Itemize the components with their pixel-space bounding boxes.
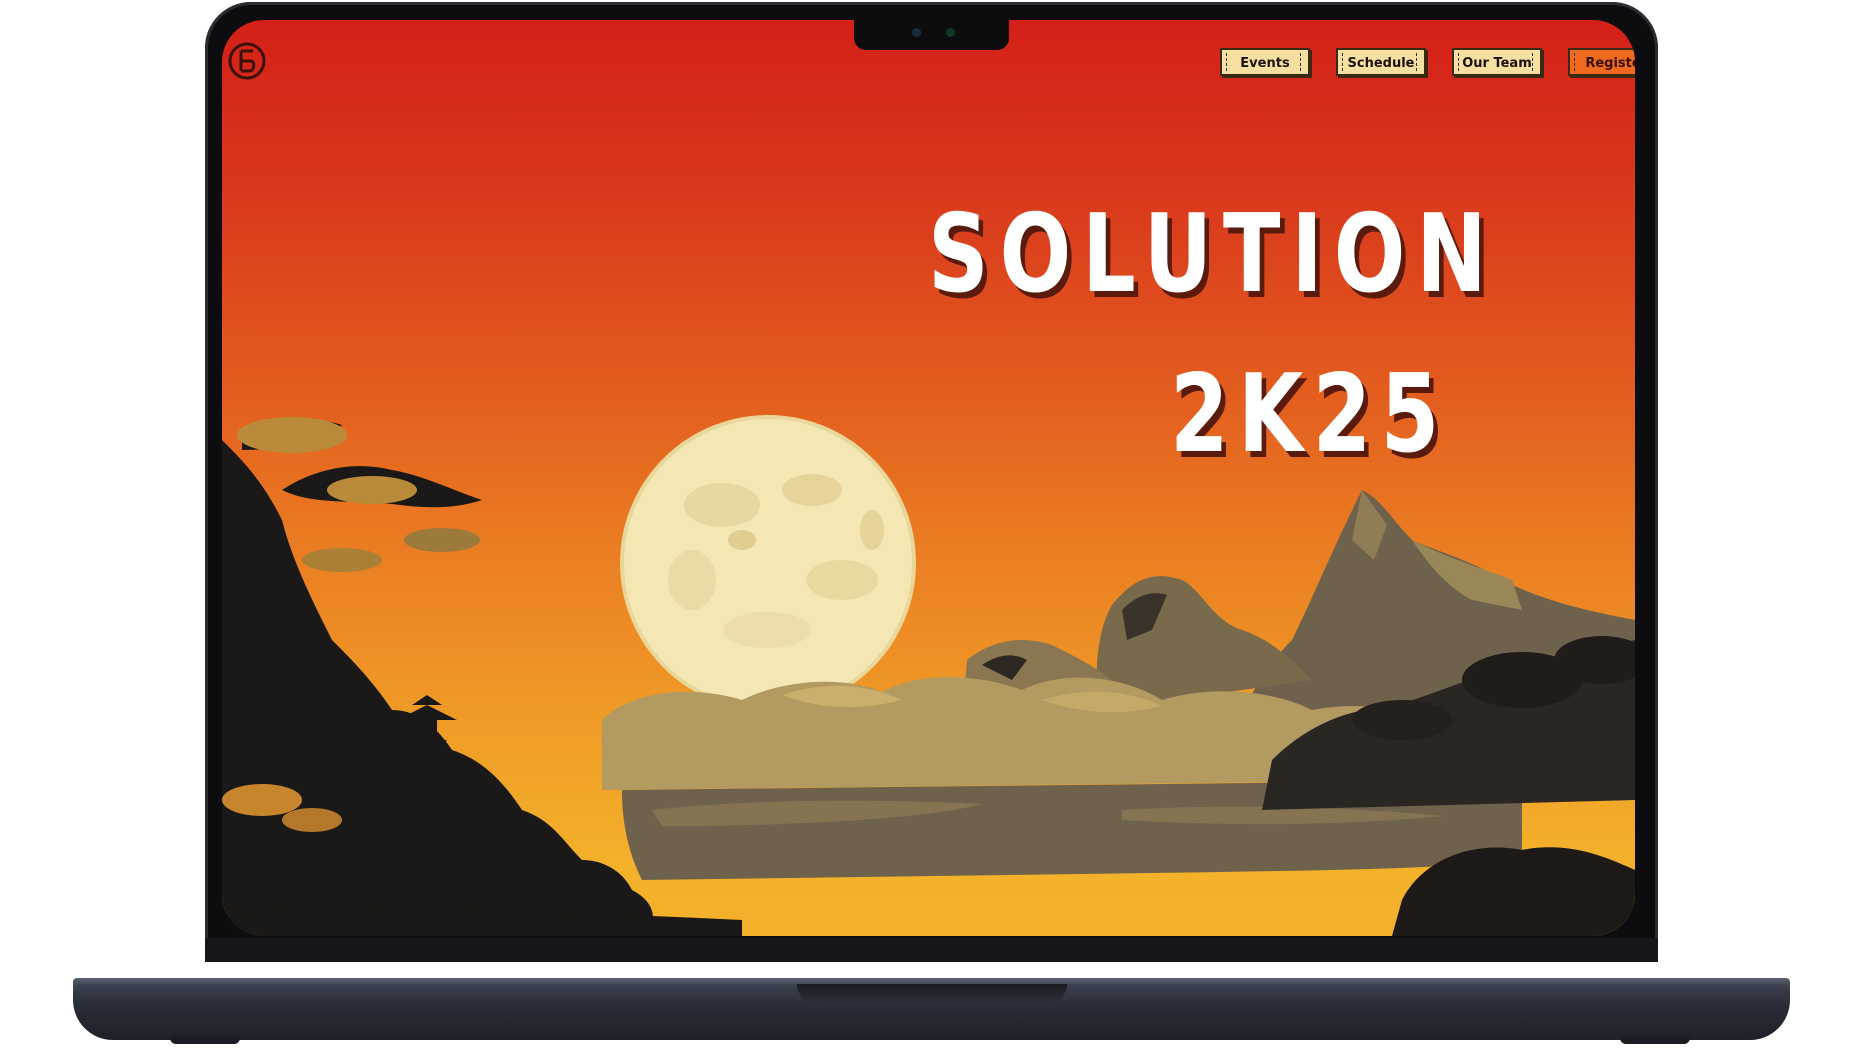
laptop-foot-right <box>1620 1036 1690 1044</box>
hero-landscape-illustration <box>222 415 1635 936</box>
moon-graphic <box>620 415 916 711</box>
nav-events-button[interactable]: Events <box>1220 48 1310 76</box>
laptop-foot-left <box>170 1036 240 1044</box>
website-screen: Events Schedule Our Team Registe SOLUTIO… <box>222 20 1635 936</box>
camera-notch <box>854 18 1009 50</box>
device-mockup-stage: Events Schedule Our Team Registe SOLUTIO… <box>0 0 1863 1049</box>
camera-icon <box>912 28 921 37</box>
hero-title-line-2: 2K25 <box>1170 352 1449 477</box>
nav-register-button[interactable]: Registe <box>1568 48 1635 76</box>
camera-indicator-light-icon <box>946 28 955 37</box>
nav-schedule-button[interactable]: Schedule <box>1336 48 1426 76</box>
top-navigation: Events Schedule Our Team Registe <box>222 48 1635 84</box>
hero-title-line-1: SOLUTION <box>928 192 1498 317</box>
laptop-bezel-bottom <box>205 938 1658 962</box>
laptop-opening-notch <box>797 984 1067 1004</box>
nav-our-team-button[interactable]: Our Team <box>1452 48 1542 76</box>
